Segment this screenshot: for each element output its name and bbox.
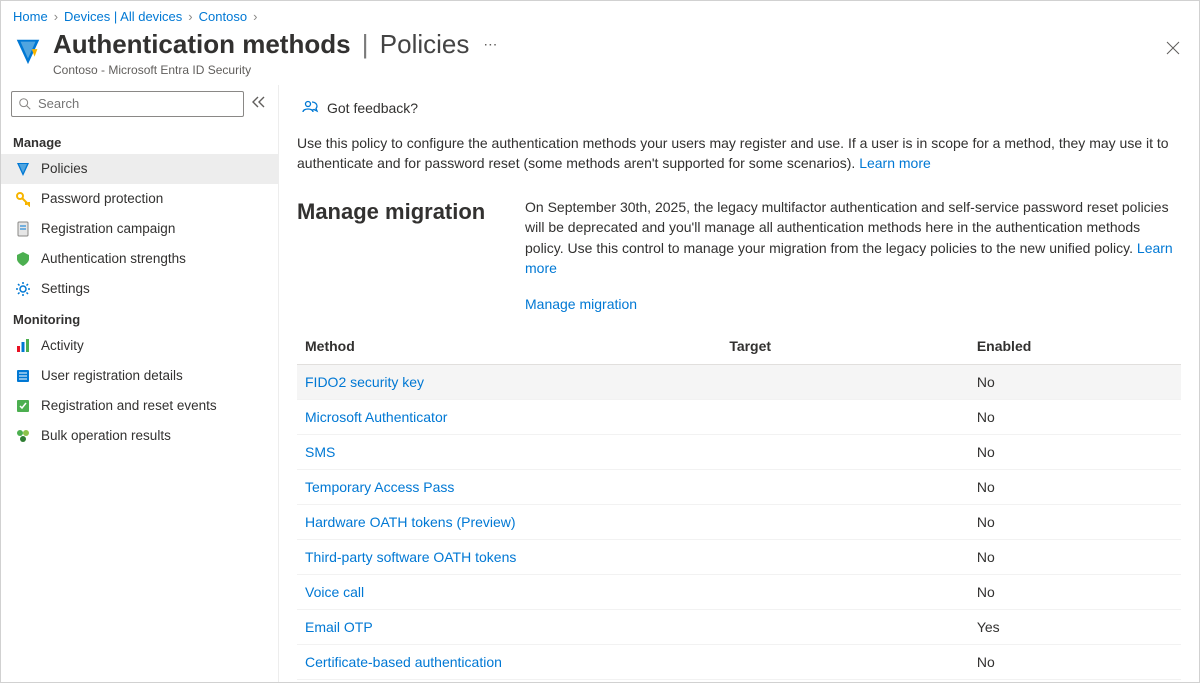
close-icon: [1165, 40, 1181, 56]
manage-migration-heading: Manage migration: [297, 197, 493, 312]
target-cell: [721, 610, 969, 645]
table-row[interactable]: Temporary Access Pass No: [297, 470, 1181, 505]
sidebar-item-registration-campaign[interactable]: Registration campaign: [1, 214, 278, 244]
command-bar: Got feedback?: [297, 91, 1181, 133]
sidebar-item-registration-reset-events[interactable]: Registration and reset events: [1, 391, 278, 421]
sidebar-item-user-registration-details[interactable]: User registration details: [1, 361, 278, 391]
sidebar-item-label: Settings: [41, 281, 90, 296]
table-row[interactable]: Third-party software OATH tokens No: [297, 540, 1181, 575]
search-input[interactable]: [36, 95, 237, 112]
shield-check-icon: [15, 251, 31, 267]
table-row[interactable]: Voice call No: [297, 575, 1181, 610]
method-link[interactable]: Third-party software OATH tokens: [305, 549, 516, 565]
table-row[interactable]: Hardware OATH tokens (Preview) No: [297, 505, 1181, 540]
method-link[interactable]: Temporary Access Pass: [305, 479, 454, 495]
intro-learn-more-link[interactable]: Learn more: [859, 155, 931, 171]
page-title: Authentication methods | Policies: [53, 30, 469, 59]
sidebar-item-activity[interactable]: Activity: [1, 331, 278, 361]
sidebar-item-label: Policies: [41, 161, 88, 176]
search-input-wrapper[interactable]: [11, 91, 244, 117]
sidebar-item-authentication-strengths[interactable]: Authentication strengths: [1, 244, 278, 274]
sidebar-group-monitoring: Monitoring: [1, 304, 278, 331]
target-cell: [721, 575, 969, 610]
sidebar-item-label: Bulk operation results: [41, 428, 171, 443]
events-icon: [15, 398, 31, 414]
breadcrumb-tenant[interactable]: Contoso: [199, 9, 247, 24]
target-cell: [721, 505, 969, 540]
got-feedback-button[interactable]: Got feedback?: [297, 95, 422, 121]
enabled-cell: No: [969, 470, 1181, 505]
shield-icon: [15, 161, 31, 177]
page-header: Authentication methods | Policies ⋯ Cont…: [1, 28, 1199, 85]
page-subtitle: Contoso - Microsoft Entra ID Security: [53, 63, 501, 77]
methods-table: Method Target Enabled FIDO2 security key…: [297, 328, 1181, 680]
method-link[interactable]: FIDO2 security key: [305, 374, 424, 390]
column-header-method[interactable]: Method: [297, 328, 721, 365]
method-link[interactable]: Voice call: [305, 584, 364, 600]
sidebar-item-label: User registration details: [41, 368, 183, 383]
method-link[interactable]: SMS: [305, 444, 335, 460]
bulk-icon: [15, 428, 31, 444]
document-icon: [15, 221, 31, 237]
collapse-sidebar-button[interactable]: [250, 95, 268, 113]
search-icon: [18, 97, 32, 111]
sidebar-item-bulk-operation-results[interactable]: Bulk operation results: [1, 421, 278, 451]
enabled-cell: No: [969, 365, 1181, 400]
breadcrumb: Home › Devices | All devices › Contoso ›: [1, 1, 1199, 28]
sidebar-item-label: Activity: [41, 338, 84, 353]
chevron-right-icon: ›: [188, 9, 192, 24]
method-link[interactable]: Microsoft Authenticator: [305, 409, 447, 425]
bar-chart-icon: [15, 338, 31, 354]
feedback-icon: [301, 99, 319, 117]
target-cell: [721, 400, 969, 435]
manage-migration-link[interactable]: Manage migration: [525, 296, 637, 312]
breadcrumb-devices[interactable]: Devices | All devices: [64, 9, 182, 24]
table-row[interactable]: SMS No: [297, 435, 1181, 470]
chevron-right-icon: ›: [253, 9, 257, 24]
enabled-cell: No: [969, 400, 1181, 435]
table-row[interactable]: Email OTP Yes: [297, 610, 1181, 645]
more-menu-button[interactable]: ⋯: [479, 36, 501, 53]
table-row[interactable]: FIDO2 security key No: [297, 365, 1181, 400]
target-cell: [721, 540, 969, 575]
key-icon: [15, 191, 31, 207]
target-cell: [721, 645, 969, 680]
enabled-cell: No: [969, 435, 1181, 470]
main-content: Got feedback? Use this policy to configu…: [279, 85, 1199, 682]
method-link[interactable]: Certificate-based authentication: [305, 654, 502, 670]
method-link[interactable]: Hardware OATH tokens (Preview): [305, 514, 516, 530]
sidebar-item-label: Authentication strengths: [41, 251, 186, 266]
sidebar-item-label: Registration and reset events: [41, 398, 217, 413]
target-cell: [721, 365, 969, 400]
sidebar: Manage Policies Password protection Regi…: [1, 85, 279, 682]
close-button[interactable]: [1161, 36, 1185, 65]
enabled-cell: No: [969, 575, 1181, 610]
method-link[interactable]: Email OTP: [305, 619, 373, 635]
list-icon: [15, 368, 31, 384]
migration-text: On September 30th, 2025, the legacy mult…: [525, 197, 1181, 278]
column-header-target[interactable]: Target: [721, 328, 969, 365]
enabled-cell: No: [969, 645, 1181, 680]
sidebar-item-settings[interactable]: Settings: [1, 274, 278, 304]
enabled-cell: Yes: [969, 610, 1181, 645]
gear-icon: [15, 281, 31, 297]
table-row[interactable]: Microsoft Authenticator No: [297, 400, 1181, 435]
got-feedback-label: Got feedback?: [327, 100, 418, 116]
sidebar-item-label: Registration campaign: [41, 221, 175, 236]
enabled-cell: No: [969, 540, 1181, 575]
target-cell: [721, 470, 969, 505]
breadcrumb-home[interactable]: Home: [13, 9, 48, 24]
enabled-cell: No: [969, 505, 1181, 540]
chevron-double-left-icon: [252, 96, 266, 108]
intro-text: Use this policy to configure the authent…: [297, 133, 1181, 174]
authentication-methods-icon: [13, 36, 43, 66]
sidebar-group-manage: Manage: [1, 127, 278, 154]
table-row[interactable]: Certificate-based authentication No: [297, 645, 1181, 680]
sidebar-item-label: Password protection: [41, 191, 163, 206]
sidebar-item-password-protection[interactable]: Password protection: [1, 184, 278, 214]
chevron-right-icon: ›: [54, 9, 58, 24]
target-cell: [721, 435, 969, 470]
column-header-enabled[interactable]: Enabled: [969, 328, 1181, 365]
sidebar-item-policies[interactable]: Policies: [1, 154, 278, 184]
